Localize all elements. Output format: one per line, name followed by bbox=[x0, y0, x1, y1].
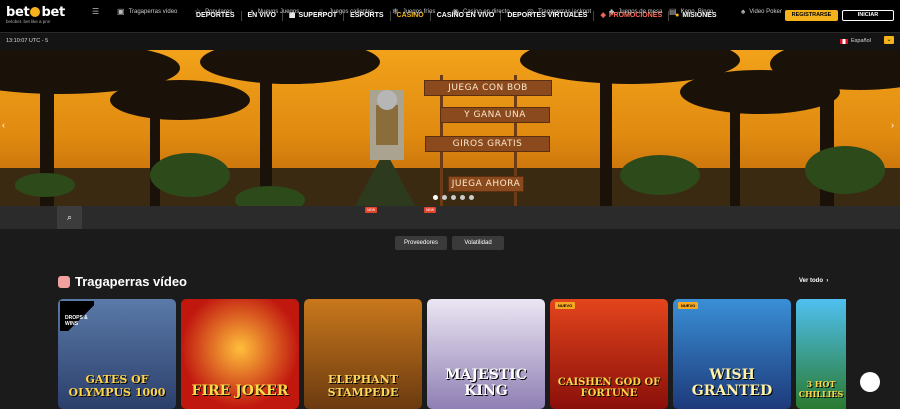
poker-icon: ♠ bbox=[741, 7, 746, 16]
language-label: Español bbox=[851, 38, 871, 44]
game-title: CAISHEN GOD OF FORTUNE bbox=[557, 377, 661, 399]
table-games-icon: ♣ bbox=[609, 7, 615, 16]
slot-icon: ▣ bbox=[117, 7, 125, 16]
game-tile-wish-granted[interactable]: NUEVO WISH GRANTED bbox=[673, 299, 791, 409]
promo-banner[interactable]: JUEGA CON BOB Y GANA UNA GIROS GRATIS JU… bbox=[0, 50, 900, 206]
banner-prev-icon[interactable]: ‹ bbox=[2, 120, 5, 130]
language-selector[interactable]: Español bbox=[840, 38, 871, 44]
category-juegos-de-mesa[interactable]: ♣ Juegos de mesa bbox=[609, 0, 662, 23]
game-tile-elephant-stampede[interactable]: ELEPHANT STAMPEDE bbox=[304, 299, 422, 409]
gift-icon: ◈ bbox=[600, 12, 606, 19]
login-button[interactable]: INICIAR bbox=[842, 10, 894, 21]
banner-pagination bbox=[433, 195, 474, 200]
game-tile-majestic-king[interactable]: MAJESTIC KING bbox=[427, 299, 545, 409]
game-tile-fire-joker[interactable]: FIRE JOKER bbox=[181, 299, 299, 409]
new-icon: ◔ bbox=[249, 7, 254, 16]
category-populares[interactable]: ☆ Populares bbox=[194, 0, 232, 23]
banner-next-icon[interactable]: › bbox=[891, 120, 894, 130]
slide-dot[interactable] bbox=[460, 195, 465, 200]
banner-cta-sign[interactable]: JUEGA AHORA bbox=[448, 176, 524, 192]
drops-wins-badge: DROPS & WINS bbox=[60, 301, 94, 331]
see-all-link[interactable]: Ver todo › bbox=[799, 278, 828, 284]
register-button[interactable]: REGISTRARSE bbox=[785, 10, 838, 21]
category-bar bbox=[0, 206, 900, 229]
category-nuevos-juegos[interactable]: ◔ Nuevos Juegos bbox=[249, 0, 299, 23]
new-badge: NEW bbox=[365, 207, 378, 213]
category-keno-bingo[interactable]: ▤ Keno, Bingo bbox=[669, 0, 713, 23]
sliders-icon: ☰ bbox=[92, 7, 100, 16]
slide-dot[interactable] bbox=[451, 195, 456, 200]
game-title: FIRE JOKER bbox=[191, 383, 289, 399]
category-juegos-calientes[interactable]: ♨ Juegos calientes bbox=[318, 0, 374, 23]
bingo-icon: ▤ bbox=[669, 7, 677, 16]
game-tile-gates-of-olympus[interactable]: DROPS & WINS GATES OF OLYMPUS 1000 bbox=[58, 299, 176, 409]
game-tile-3-hot-chillies[interactable]: 3 HOT CHILLIES bbox=[796, 299, 846, 409]
peru-flag-icon bbox=[840, 38, 848, 44]
slide-dot[interactable] bbox=[433, 195, 438, 200]
category-tragaperras-jackpot[interactable]: ◎ Tragaperras jackpot bbox=[527, 0, 591, 23]
game-title: ELEPHANT STAMPEDE bbox=[327, 373, 399, 399]
banner-sign-1: JUEGA CON BOB bbox=[424, 80, 552, 96]
search-icon[interactable]: ⌕ bbox=[57, 206, 82, 229]
game-title: MAJESTIC KING bbox=[445, 367, 527, 399]
server-time: 13:10:07 UTC - 5 bbox=[6, 38, 49, 44]
slot-machine-icon bbox=[58, 275, 70, 288]
new-badge: NEW bbox=[424, 207, 437, 213]
providers-button[interactable]: Proveedores bbox=[395, 236, 447, 250]
category-tragaperras-video[interactable]: ▣ Tragaperras vídeo bbox=[117, 0, 177, 23]
category-juegos-frios[interactable]: ❄ Juegos fríos bbox=[392, 0, 435, 23]
brand-logo[interactable]: bet bet betobet. bet like a pro! bbox=[6, 5, 66, 27]
snowflake-icon: ❄ bbox=[392, 7, 399, 16]
game-tile-caishen[interactable]: NUEVO CAISHEN GOD OF FORTUNE bbox=[550, 299, 668, 409]
flame-icon: ♨ bbox=[318, 7, 326, 16]
section-title: Tragaperras vídeo bbox=[58, 274, 187, 289]
game-title: 3 HOT CHILLIES bbox=[798, 379, 844, 399]
star-icon: ☆ bbox=[194, 7, 202, 16]
category-video-poker[interactable]: ♠ Video Poker bbox=[741, 0, 782, 23]
new-badge: NUEVO bbox=[678, 302, 699, 309]
slide-dot[interactable] bbox=[469, 195, 474, 200]
info-bar: 13:10:07 UTC - 5 Español bbox=[0, 32, 900, 50]
logo-ball-icon bbox=[30, 7, 41, 17]
volatility-button[interactable]: Volatilidad bbox=[452, 236, 504, 250]
support-chat-icon[interactable] bbox=[860, 372, 880, 392]
category-casino-en-directo[interactable]: ◉ Casino en directo bbox=[452, 0, 510, 23]
live-icon: ◉ bbox=[452, 7, 459, 16]
banner-sign-2: Y GANA UNA bbox=[440, 107, 550, 123]
chevron-down-icon[interactable]: ⌄ bbox=[884, 36, 894, 44]
banner-sign-3: GIROS GRATIS bbox=[425, 136, 550, 152]
game-title: WISH GRANTED bbox=[691, 367, 773, 399]
slide-dot[interactable] bbox=[442, 195, 447, 200]
game-title: GATES OF OLYMPUS 1000 bbox=[68, 373, 166, 399]
new-badge: NUEVO bbox=[555, 302, 576, 309]
filter-toggle[interactable]: ☰ bbox=[92, 0, 99, 23]
jackpot-icon: ◎ bbox=[527, 7, 534, 16]
